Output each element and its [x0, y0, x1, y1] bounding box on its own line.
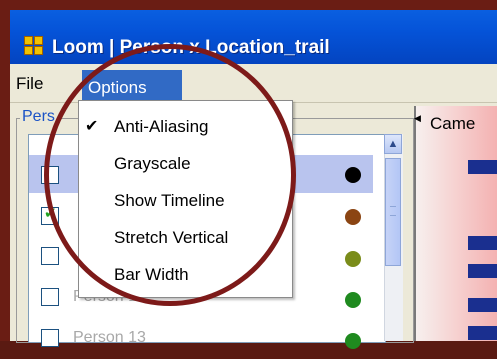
annotation-circle: [44, 44, 296, 306]
person-checkbox[interactable]: [41, 288, 59, 306]
splitter-arrow-icon[interactable]: ◀: [414, 113, 421, 124]
trail-mark: [468, 236, 497, 250]
color-dot: [345, 333, 361, 349]
scroll-up-arrow-icon[interactable]: ▲: [384, 134, 402, 154]
color-dot: [345, 209, 361, 225]
menu-file[interactable]: File: [16, 74, 43, 94]
trail-mark: [468, 298, 497, 312]
group-title: Pers: [20, 108, 57, 126]
grip-icon: [390, 206, 396, 216]
title-bar: Loom | Person x Location_trail: [10, 10, 497, 64]
person-checkbox[interactable]: [41, 329, 59, 347]
trail-mark: [468, 264, 497, 278]
camera-panel-title: Came: [430, 114, 476, 133]
trail-mark: [468, 326, 497, 340]
color-dot: [345, 251, 361, 267]
trail-mark: [468, 160, 497, 174]
color-dot: [345, 167, 361, 183]
person-checkbox[interactable]: [41, 247, 59, 265]
list-item[interactable]: Person 13: [29, 321, 373, 359]
color-dot: [345, 292, 361, 308]
loom-app-icon: [24, 36, 44, 56]
person-label: Person 13: [73, 329, 146, 346]
